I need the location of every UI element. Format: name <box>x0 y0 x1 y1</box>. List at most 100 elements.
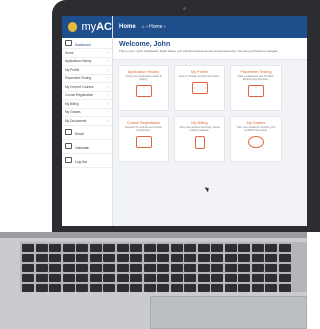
key <box>238 254 250 262</box>
sidebar-item-home[interactable]: Home › <box>62 49 112 58</box>
key <box>184 284 196 292</box>
chevron-right-icon: › <box>107 59 109 64</box>
edit-icon <box>248 85 264 98</box>
key <box>197 254 210 262</box>
card-title: My Grades <box>246 121 266 125</box>
chevron-right-icon: › <box>107 76 109 81</box>
key <box>278 244 291 252</box>
sidebar-item-label: Placement Testing <box>65 76 91 81</box>
key <box>265 264 277 272</box>
welcome-panel: Welcome, John This is your myAC dashboar… <box>113 38 307 60</box>
page-title: Home <box>119 24 136 30</box>
sidebar-item-my-profile[interactable]: My Profile › <box>62 66 112 75</box>
key <box>62 274 75 282</box>
sidebar-item-email[interactable]: Email <box>62 126 112 140</box>
key <box>49 244 61 252</box>
sidebar-item-course-registration[interactable]: Course Registration › <box>62 92 112 100</box>
mascot-icon <box>68 22 78 32</box>
key <box>170 254 183 262</box>
sidebar-item-my-billing[interactable]: My Billing › <box>62 100 112 109</box>
key <box>35 274 48 282</box>
key <box>103 244 115 252</box>
key <box>116 254 129 262</box>
key <box>62 284 75 292</box>
key <box>265 244 277 252</box>
key <box>238 264 250 272</box>
key <box>265 254 277 262</box>
email-icon <box>65 128 72 135</box>
keyboard-row <box>22 274 307 282</box>
key <box>170 244 183 252</box>
sidebar-item-label: Home <box>65 50 74 55</box>
keyboard-row <box>22 244 307 252</box>
keyboard-row <box>22 254 307 262</box>
card-placement-testing[interactable]: Placement Testing Take a placement test … <box>230 65 282 111</box>
sidebar-item-current-courses[interactable]: My Current Courses › <box>62 83 112 92</box>
card-title: Placement Testing <box>240 70 272 74</box>
sidebar-item-calendar[interactable]: Calendar <box>62 140 112 154</box>
key <box>170 284 183 292</box>
sidebar-item-placement-testing[interactable]: Placement Testing › <box>62 75 112 83</box>
key <box>251 254 264 262</box>
key <box>143 244 156 252</box>
card-my-profile[interactable]: My Profile View or change contact inform… <box>174 65 225 111</box>
key <box>251 274 264 282</box>
home-icon <box>65 39 72 46</box>
sidebar-item-label: My Documents <box>65 118 87 123</box>
sidebar-item-label: Calendar <box>75 145 89 150</box>
brand-bold: AC <box>96 21 112 33</box>
key <box>251 244 264 252</box>
key <box>184 244 196 252</box>
key <box>76 244 88 252</box>
key <box>224 284 237 292</box>
chevron-right-icon: › <box>107 118 109 123</box>
sidebar-item-label: Email <box>75 131 84 136</box>
sidebar-item-label: Course Registration <box>65 93 94 98</box>
card-my-grades[interactable]: My Grades View your academic records, pr… <box>230 116 282 162</box>
sidebar-item-my-grades[interactable]: My Grades › <box>62 109 112 117</box>
key <box>103 264 115 272</box>
key <box>116 284 129 292</box>
key <box>197 284 210 292</box>
card-title: Application History <box>127 70 160 74</box>
key <box>103 254 115 262</box>
key <box>116 264 129 272</box>
sidebar-item-application-history[interactable]: Application History › <box>62 58 112 66</box>
chevron-right-icon: › <box>107 50 109 55</box>
card-course-registration[interactable]: Course Registration Register for courses… <box>118 116 169 162</box>
key <box>143 264 156 272</box>
key <box>224 244 237 252</box>
chevron-right-icon: › <box>107 101 109 106</box>
card-my-billing[interactable]: My Billing View your account summary, tu… <box>174 116 225 162</box>
stars-icon <box>248 136 264 149</box>
card-application-history[interactable]: Application History Check your applicati… <box>118 65 169 111</box>
key <box>278 264 291 272</box>
key <box>265 284 277 292</box>
card-title: My Billing <box>191 121 208 125</box>
sidebar-item-dashboard[interactable]: Dashboard <box>62 38 112 49</box>
key <box>224 264 237 272</box>
dollar-icon <box>194 136 205 150</box>
breadcrumb[interactable]: ⌂ › Home › <box>142 24 166 30</box>
key <box>143 254 156 262</box>
key <box>157 274 169 282</box>
sidebar-item-label: My Grades <box>65 110 81 115</box>
welcome-subtitle: This is your myAC dashboard. Right below… <box>119 49 278 53</box>
key <box>278 284 291 292</box>
key <box>103 284 115 292</box>
key <box>22 254 34 262</box>
brand-logo[interactable]: my AC <box>62 16 112 38</box>
sidebar-item-logout[interactable]: Log Out <box>62 154 112 168</box>
key <box>49 284 61 292</box>
calendar-grid-icon <box>135 136 152 149</box>
key <box>130 254 142 262</box>
key <box>184 274 196 282</box>
sidebar-item-my-documents[interactable]: My Documents › <box>62 117 112 126</box>
key <box>22 284 34 292</box>
key <box>22 274 34 282</box>
keyboard-row <box>22 264 307 272</box>
brand-prefix: my <box>81 21 97 33</box>
key <box>76 254 88 262</box>
key <box>278 274 291 282</box>
chevron-right-icon: › <box>107 110 109 115</box>
